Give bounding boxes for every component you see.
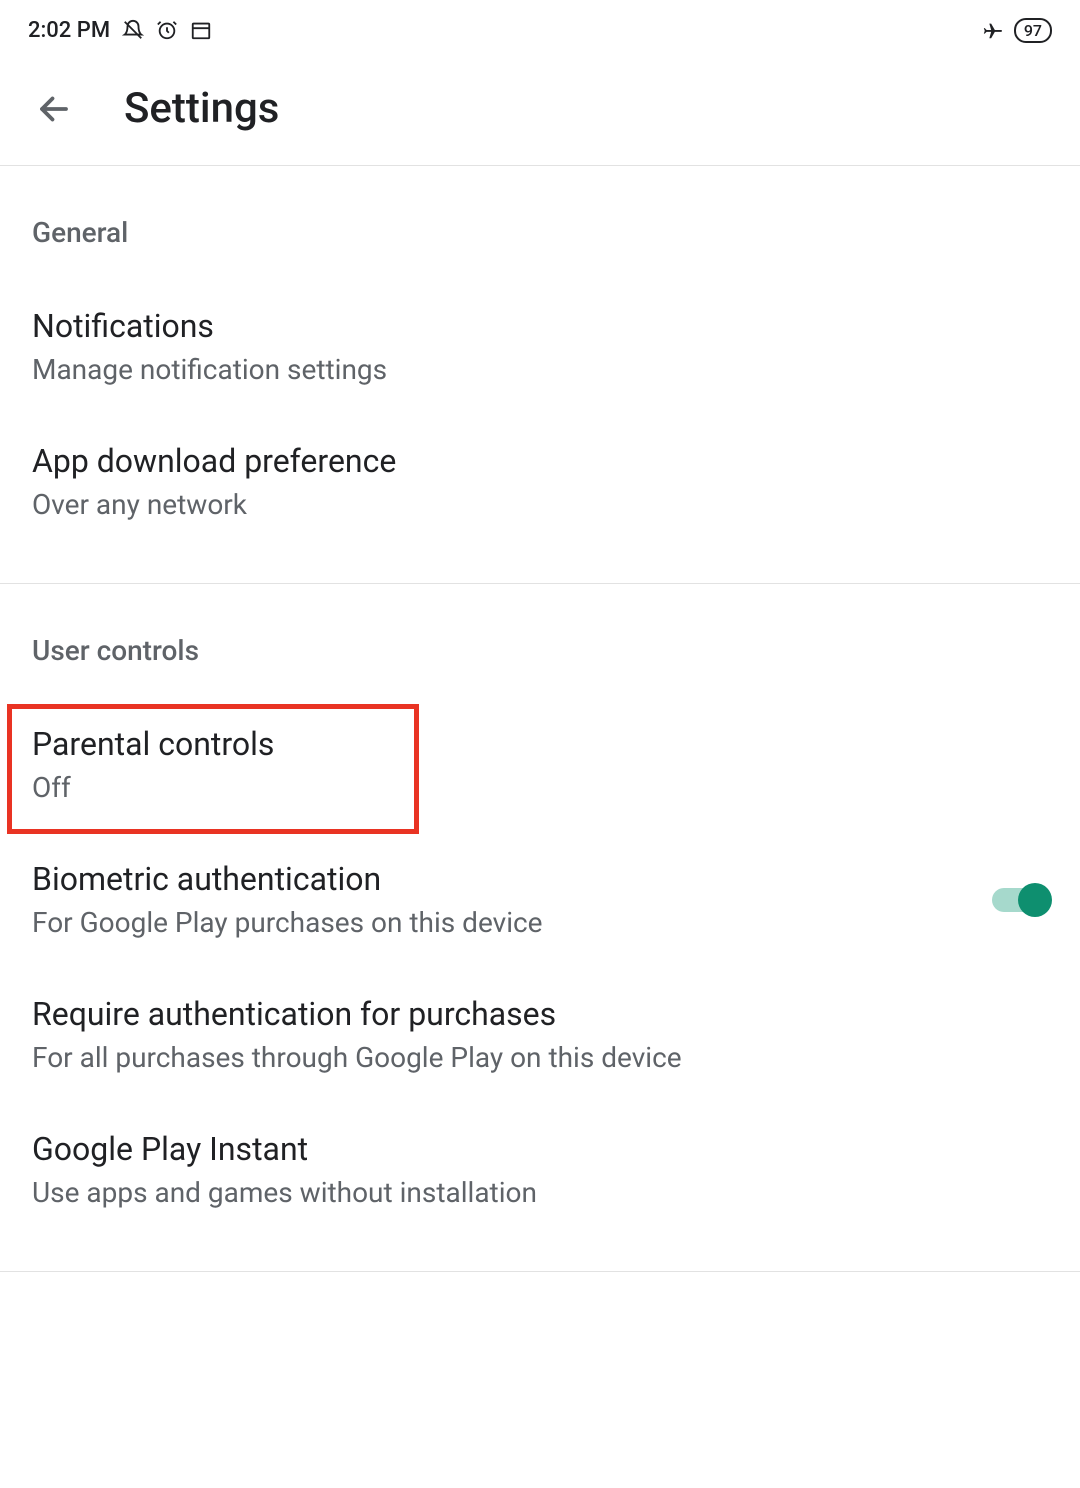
item-title: Biometric authentication — [32, 860, 992, 898]
item-subtitle: For Google Play purchases on this device — [32, 906, 992, 939]
toggle-thumb-icon — [1018, 883, 1052, 917]
item-biometric-authentication[interactable]: Biometric authentication For Google Play… — [0, 832, 1080, 967]
item-subtitle: For all purchases through Google Play on… — [32, 1041, 1048, 1074]
item-title: Parental controls — [32, 725, 1048, 763]
back-button[interactable] — [36, 91, 72, 127]
toolbar: Settings — [0, 60, 1080, 166]
section-header-user-controls: User controls — [0, 584, 1080, 697]
item-subtitle: Manage notification settings — [32, 353, 1048, 386]
section-header-general: General — [0, 166, 1080, 279]
item-parental-controls[interactable]: Parental controls Off — [0, 697, 1080, 832]
item-subtitle: Use apps and games without installation — [32, 1176, 1048, 1209]
item-title: Google Play Instant — [32, 1130, 1048, 1168]
item-title: Require authentication for purchases — [32, 995, 1048, 1033]
page-title: Settings — [124, 84, 279, 133]
status-left: 2:02 PM — [28, 18, 212, 43]
status-time: 2:02 PM — [28, 18, 110, 43]
item-notifications[interactable]: Notifications Manage notification settin… — [0, 279, 1080, 414]
section-divider — [0, 1271, 1080, 1272]
item-title: App download preference — [32, 442, 1048, 480]
item-app-download-preference[interactable]: App download preference Over any network — [0, 414, 1080, 549]
item-subtitle: Over any network — [32, 488, 1048, 521]
biometric-toggle[interactable] — [992, 888, 1048, 912]
item-require-authentication[interactable]: Require authentication for purchases For… — [0, 967, 1080, 1102]
alarm-icon — [156, 19, 178, 41]
status-right: 97 — [982, 18, 1052, 43]
bell-off-icon — [122, 19, 144, 41]
item-subtitle: Off — [32, 771, 1048, 804]
airplane-icon — [982, 19, 1004, 41]
item-title: Notifications — [32, 307, 1048, 345]
status-bar: 2:02 PM 97 — [0, 0, 1080, 60]
calendar-icon — [190, 19, 212, 41]
battery-indicator: 97 — [1014, 18, 1052, 43]
item-google-play-instant[interactable]: Google Play Instant Use apps and games w… — [0, 1102, 1080, 1237]
